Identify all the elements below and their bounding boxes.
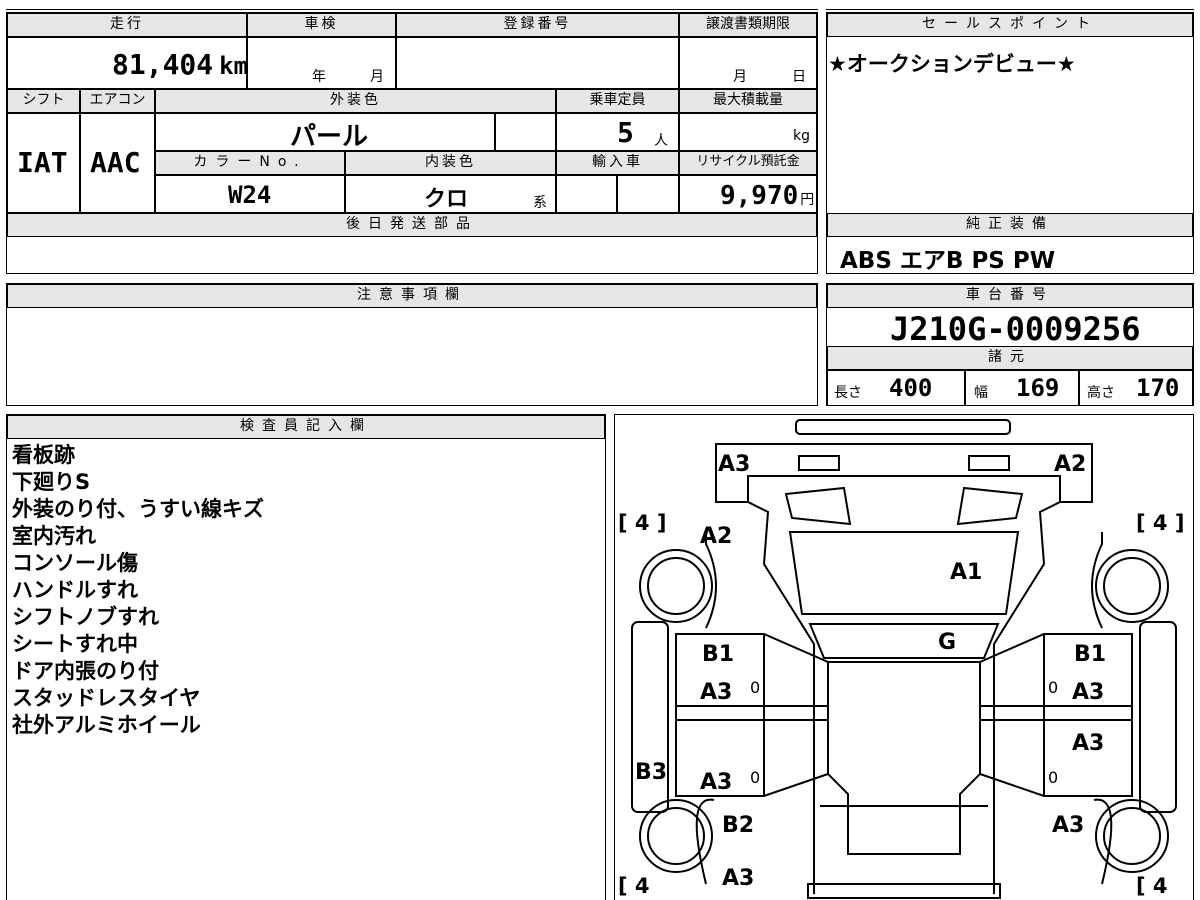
note-line: シートすれ中 bbox=[12, 632, 138, 656]
note-line: スタッドレスタイヤ bbox=[12, 686, 201, 710]
equipment-value: ABS エアB PS PW bbox=[840, 248, 1056, 274]
recycle-unit: 円 bbox=[800, 192, 815, 208]
shift-label: シフト bbox=[7, 89, 80, 113]
month-unit-2: 月 bbox=[733, 69, 747, 85]
aircon-label: エアコン bbox=[80, 89, 155, 113]
code-right-rear-door: A3 bbox=[1072, 731, 1105, 756]
interior-suffix: 系 bbox=[533, 195, 547, 211]
import-cell-2 bbox=[617, 175, 679, 213]
zero-mark: 0 bbox=[750, 768, 761, 787]
specs-label: 諸元 bbox=[827, 346, 1193, 370]
color-no-value: W24 bbox=[228, 181, 272, 209]
equipment-label: 純正装備 bbox=[827, 213, 1193, 237]
length-value: 400 bbox=[889, 374, 933, 402]
interior-color-value: クロ bbox=[424, 187, 469, 212]
exterior-color-value: パール bbox=[290, 122, 369, 152]
tire-front-left: [ 4 ] bbox=[618, 511, 667, 535]
year-unit: 年 bbox=[312, 69, 326, 85]
note-line: 社外アルミホイール bbox=[12, 713, 201, 737]
width-value: 169 bbox=[1016, 374, 1060, 402]
zero-mark: 0 bbox=[1048, 678, 1059, 697]
code-left-front-door-2: A3 bbox=[700, 680, 733, 705]
code-right-front-door-2: A3 bbox=[1072, 680, 1105, 705]
note-line: 看板跡 bbox=[12, 443, 75, 467]
tire-front-right: [ 4 ] bbox=[1136, 511, 1185, 535]
code-left-front-door-1: B1 bbox=[702, 642, 735, 667]
note-line: ハンドルすれ bbox=[12, 578, 138, 602]
code-hood-left: A2 bbox=[700, 524, 733, 549]
inspector-label: 検査員記入欄 bbox=[7, 415, 605, 439]
note-line: 下廻りS bbox=[12, 470, 91, 494]
sales-point-text: ★オークションデビュー★ bbox=[828, 52, 1076, 76]
height-value: 170 bbox=[1136, 374, 1180, 402]
interior-color-label: 内装色 bbox=[345, 151, 556, 175]
width-label: 幅 bbox=[974, 385, 988, 401]
note-line: コンソール傷 bbox=[12, 551, 138, 575]
registration-cell bbox=[396, 37, 679, 89]
top-strip bbox=[6, 0, 818, 10]
note-line: ドア内張のり付 bbox=[12, 659, 159, 683]
code-glass: G bbox=[938, 630, 957, 655]
note-line: 室内汚れ bbox=[12, 524, 96, 548]
later-parts-label: 後日発送部品 bbox=[7, 213, 817, 237]
recycle-label: リサイクル預託金 bbox=[679, 151, 817, 175]
code-left-sill: B3 bbox=[635, 760, 668, 785]
import-cell-1 bbox=[556, 175, 617, 213]
car-outline-diagram bbox=[631, 419, 1177, 899]
mileage-label: 走行 bbox=[7, 13, 247, 37]
chassis-label: 車台番号 bbox=[827, 284, 1193, 308]
capacity-label: 乗車定員 bbox=[556, 89, 679, 113]
code-front-left: A3 bbox=[718, 452, 751, 477]
exterior-color-extra-cell bbox=[495, 113, 556, 151]
exterior-color-label: 外装色 bbox=[155, 89, 556, 113]
max-load-label: 最大積載量 bbox=[679, 89, 817, 113]
day-unit: 日 bbox=[792, 69, 806, 85]
capacity-unit: 人 bbox=[654, 133, 668, 149]
code-left-rear-fender: B2 bbox=[722, 813, 755, 838]
month-unit: 月 bbox=[370, 69, 384, 85]
color-no-label: カラーNo. bbox=[155, 151, 345, 175]
zero-mark: 0 bbox=[1048, 768, 1059, 787]
top-strip-right bbox=[826, 0, 1194, 10]
mileage-number: 81,404 bbox=[112, 48, 214, 81]
tire-rear-right: [ 4 bbox=[1136, 874, 1168, 898]
code-rear-left: A3 bbox=[722, 866, 755, 891]
sales-point-label: セールスポイント bbox=[827, 13, 1193, 37]
code-windshield: A1 bbox=[950, 560, 983, 585]
registration-label: 登録番号 bbox=[396, 13, 679, 37]
mileage-unit: km bbox=[219, 52, 249, 80]
inspection-label: 車検 bbox=[247, 13, 396, 37]
max-load-unit: kg bbox=[793, 128, 810, 144]
recycle-amount: 9,970 bbox=[720, 181, 799, 211]
capacity-value: 5 bbox=[617, 116, 634, 149]
length-label: 長さ bbox=[834, 385, 862, 401]
code-left-rear-door: A3 bbox=[700, 770, 733, 795]
mileage-value: 81,404 km bbox=[112, 48, 248, 81]
tire-rear-left: [ 4 bbox=[618, 874, 650, 898]
recycle-value: 9,970 円 bbox=[720, 181, 814, 211]
chassis-value: J210G-0009256 bbox=[890, 310, 1141, 348]
shift-value: IAT bbox=[17, 146, 68, 179]
inspector-notes: 看板跡 下廻りS 外装のり付、うすい線キズ 室内汚れ コンソール傷 ハンドルすれ… bbox=[12, 442, 264, 739]
transfer-deadline-label: 譲渡書類期限 bbox=[679, 13, 817, 37]
aircon-value: AAC bbox=[90, 146, 141, 179]
import-label: 輸入車 bbox=[556, 151, 679, 175]
code-right-rear-fender: A3 bbox=[1052, 813, 1085, 838]
zero-mark: 0 bbox=[750, 678, 761, 697]
code-right-front-door-1: B1 bbox=[1074, 642, 1107, 667]
note-line: シフトノブすれ bbox=[12, 605, 159, 629]
caution-label: 注意事項欄 bbox=[7, 284, 817, 308]
note-line: 外装のり付、うすい線キズ bbox=[12, 497, 264, 521]
height-label: 高さ bbox=[1087, 385, 1115, 401]
code-front-right: A2 bbox=[1054, 452, 1087, 477]
